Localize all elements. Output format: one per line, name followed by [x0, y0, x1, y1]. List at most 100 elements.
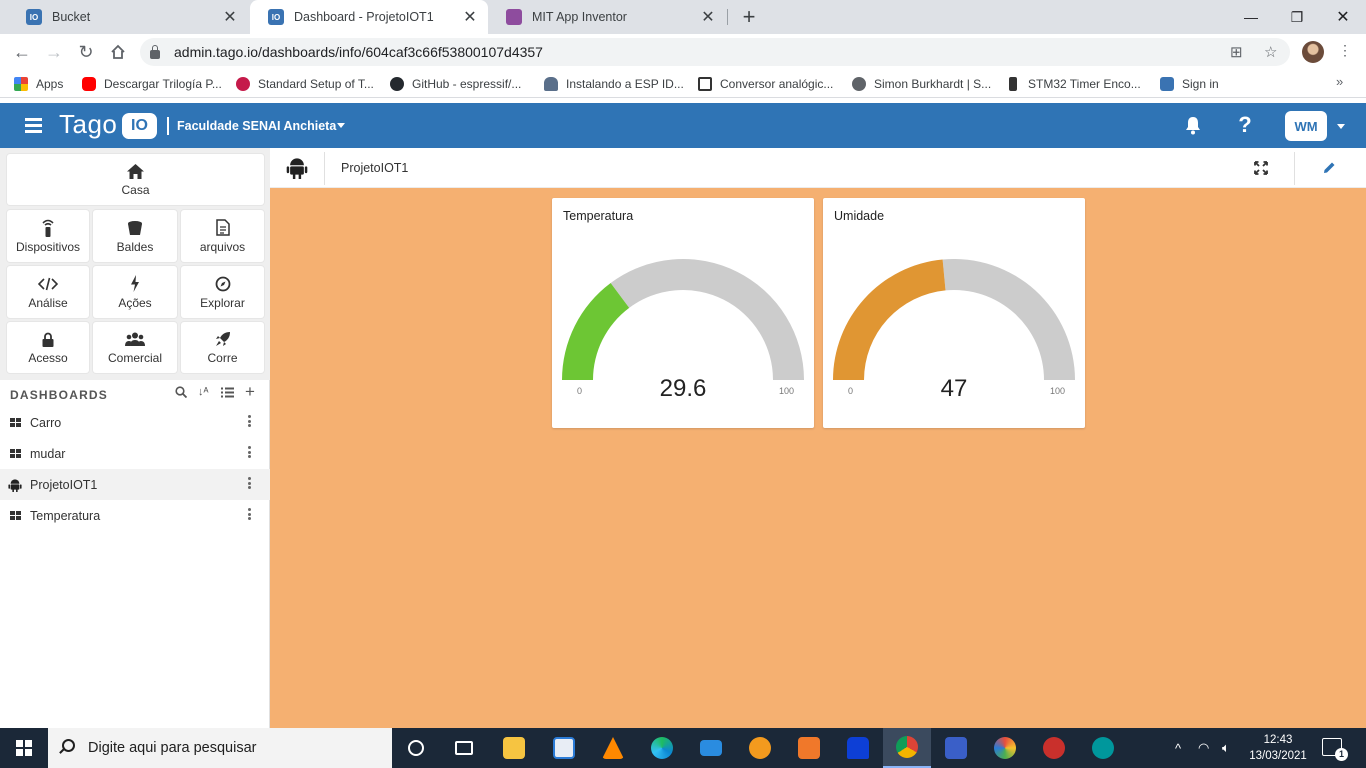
lock-icon	[42, 330, 54, 348]
new-tab-button[interactable]: +	[737, 4, 761, 30]
dashboard-label: ProjetoIOT1	[30, 477, 98, 492]
dashboard-item-mudar[interactable]: mudar	[0, 438, 270, 469]
star-icon[interactable]: ☆	[1264, 38, 1277, 66]
wifi-icon[interactable]: ◠	[1198, 728, 1209, 768]
user-avatar[interactable]: WM	[1285, 111, 1327, 141]
restore-button[interactable]: ❐	[1274, 0, 1320, 34]
start-button[interactable]	[0, 728, 48, 768]
clock-date: 13/03/2021	[1249, 750, 1307, 762]
chevron-down-icon[interactable]	[337, 123, 345, 128]
nav-arquivos[interactable]: arquivos	[181, 210, 264, 262]
bookmark-github[interactable]: GitHub - espressif/...	[390, 76, 521, 92]
more-options-icon[interactable]	[248, 508, 252, 522]
taskbar-paint[interactable]	[981, 728, 1029, 768]
taskbar-app-10[interactable]	[932, 728, 980, 768]
search-icon[interactable]	[175, 386, 188, 401]
nav-label: Análise	[28, 295, 68, 310]
bucket-icon	[127, 219, 143, 237]
cortana-button[interactable]	[392, 728, 440, 768]
clock-time: 12:43	[1263, 734, 1293, 746]
taskbar-app-7[interactable]	[785, 728, 833, 768]
nav-acoes[interactable]: Ações	[93, 266, 177, 318]
menu-icon[interactable]	[25, 118, 42, 133]
bookmark-conversor[interactable]: Conversor analógic...	[698, 76, 833, 92]
more-options-icon[interactable]	[248, 415, 252, 429]
dashboard-item-carro[interactable]: Carro	[0, 407, 270, 438]
bookmark-sign-in[interactable]: Sign in	[1160, 76, 1219, 92]
reload-button[interactable]: ↻	[74, 40, 98, 64]
close-icon[interactable]: ✕	[700, 7, 716, 27]
profile-avatar[interactable]	[1302, 41, 1324, 63]
nav-baldes[interactable]: Baldes	[93, 210, 177, 262]
tab-bucket[interactable]: IO Bucket ✕	[8, 0, 248, 34]
notification-center-button[interactable]: 1	[1322, 738, 1348, 761]
nav-explorar[interactable]: Explorar	[181, 266, 264, 318]
gauge-track	[942, 259, 1075, 380]
bell-icon[interactable]	[1182, 114, 1204, 136]
fullscreen-icon[interactable]	[1254, 161, 1268, 180]
dashboard-canvas: Temperatura 0 100 29.6 Umidade 0 100 47	[270, 188, 1366, 728]
taskbar-vlc[interactable]	[589, 728, 637, 768]
sort-icon[interactable]: ↓ᴬ	[198, 386, 208, 398]
bookmark-simon[interactable]: Simon Burkhardt | S...	[852, 76, 991, 92]
grid-icon	[8, 418, 22, 427]
task-view-button[interactable]	[440, 728, 488, 768]
nav-casa[interactable]: Casa	[7, 154, 264, 205]
browser-toolbar: ← → ↻ admin.tago.io/dashboards/info/604c…	[0, 34, 1366, 70]
taskbar-app-6[interactable]	[736, 728, 784, 768]
chevron-right-icon[interactable]: »	[1336, 74, 1343, 89]
bookmark-esp-idf[interactable]: Instalando a ESP ID...	[544, 76, 684, 92]
address-bar[interactable]: admin.tago.io/dashboards/info/604caf3c66…	[140, 38, 1290, 66]
dashboard-item-temperatura[interactable]: Temperatura	[0, 500, 270, 531]
app-icon	[798, 737, 820, 759]
taskbar-app-2[interactable]	[540, 728, 588, 768]
account-selector[interactable]: Faculdade SENAI Anchieta	[177, 119, 336, 133]
forward-button[interactable]: →	[42, 40, 66, 64]
taskbar-edge[interactable]	[638, 728, 686, 768]
list-icon[interactable]	[221, 386, 234, 401]
tab-app-inventor[interactable]: MIT App Inventor ✕	[488, 0, 726, 34]
home-button[interactable]	[106, 40, 130, 64]
close-icon[interactable]: ✕	[222, 7, 238, 27]
help-icon[interactable]: ?	[1234, 112, 1256, 137]
dashboards-heading: DASHBOARDS	[10, 388, 109, 402]
taskbar-app-12[interactable]	[1030, 728, 1078, 768]
tray-chevron-up-icon[interactable]: ^	[1175, 728, 1181, 768]
bookmark-apps[interactable]: Apps	[14, 76, 63, 92]
tab-dashboard[interactable]: IO Dashboard - ProjetoIOT1 ✕	[250, 0, 488, 34]
add-dashboard-button[interactable]: +	[245, 382, 255, 402]
chrome-menu-icon[interactable]: ⋮	[1338, 42, 1352, 59]
close-icon[interactable]: ✕	[462, 7, 478, 27]
minimize-button[interactable]: —	[1228, 0, 1274, 34]
tago-logo-badge: IO	[122, 113, 157, 139]
bookmark-youtube[interactable]: Descargar Trilogía P...	[82, 76, 222, 92]
taskbar-clock[interactable]: 12:43 13/03/2021	[1246, 732, 1310, 764]
taskbar-malwarebytes[interactable]	[834, 728, 882, 768]
bookmark-stm32[interactable]: STM32 Timer Enco...	[1006, 76, 1141, 92]
dashboard-item-projetoiot1[interactable]: ProjetoIOT1	[0, 469, 270, 500]
taskbar-file-explorer[interactable]	[490, 728, 538, 768]
translate-icon[interactable]: ⊞	[1230, 38, 1243, 66]
dashboard-label: mudar	[30, 446, 66, 461]
volume-icon[interactable]: 🔈︎	[1222, 728, 1230, 768]
back-button[interactable]: ←	[10, 40, 34, 64]
nav-analise[interactable]: Análise	[7, 266, 89, 318]
nav-label: Acesso	[28, 351, 68, 365]
edge-icon	[651, 737, 673, 759]
taskbar-search[interactable]: Digite aqui para pesquisar	[48, 728, 392, 768]
more-options-icon[interactable]	[248, 446, 252, 460]
nav-acesso[interactable]: Acesso	[7, 322, 89, 373]
nav-corre[interactable]: Corre	[181, 322, 264, 373]
nav-comercial[interactable]: Comercial	[93, 322, 177, 373]
chevron-down-icon[interactable]	[1337, 124, 1345, 129]
taskbar-arduino[interactable]	[1079, 728, 1127, 768]
gauge-widget-temperatura: Temperatura 0 100 29.6	[552, 198, 814, 428]
taskbar-chrome[interactable]	[883, 728, 931, 768]
edit-icon[interactable]	[1322, 161, 1336, 180]
more-options-icon[interactable]	[248, 477, 252, 491]
window-close-button[interactable]: ✕	[1320, 0, 1366, 34]
taskbar-mail[interactable]	[687, 728, 735, 768]
folder-icon	[503, 737, 525, 759]
nav-dispositivos[interactable]: Dispositivos	[7, 210, 89, 262]
bookmark-raspberry[interactable]: Standard Setup of T...	[236, 76, 374, 92]
